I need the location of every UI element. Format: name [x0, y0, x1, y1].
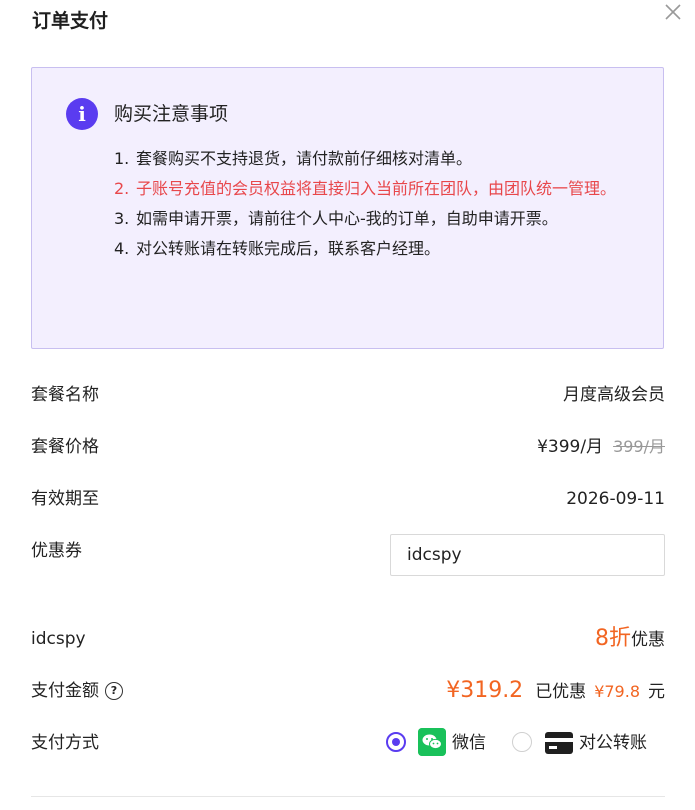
pay-amount-label: 支付金额: [31, 681, 99, 701]
dialog-title: 订单支付: [32, 10, 109, 32]
pay-amount-value-group: ¥319.2 已优惠 ¥79.8 元: [446, 676, 665, 707]
package-price-value: ¥399/月: [537, 437, 604, 457]
notice-item-number: 3.: [114, 209, 130, 228]
package-price-row: 套餐价格 ¥399/月 399/月: [31, 432, 665, 462]
notice-item-text: 子账号充值的会员权益将直接归入当前所在团队，由团队统一管理。: [136, 179, 617, 198]
notice-item-text: 套餐购买不支持退货，请付款前仔细核对清单。: [136, 149, 473, 168]
package-price-label: 套餐价格: [31, 437, 99, 457]
notice-item-text: 对公转账请在转账完成后，联系客户经理。: [136, 239, 441, 258]
notice-item: 1. 套餐购买不支持退货，请付款前仔细核对清单。: [114, 144, 634, 174]
info-icon: i: [66, 98, 98, 130]
package-price-value-group: ¥399/月 399/月: [537, 432, 665, 462]
close-icon[interactable]: [663, 2, 683, 22]
discount-code: idcspy: [31, 629, 86, 649]
notice-item-text: 如需申请开票，请前往个人中心-我的订单，自助申请开票。: [136, 209, 558, 228]
bank-card-icon: [545, 732, 573, 754]
wechat-radio[interactable]: [386, 732, 406, 752]
coupon-row: 优惠券: [31, 534, 665, 576]
package-name-label: 套餐名称: [31, 385, 99, 405]
notice-list: 1. 套餐购买不支持退货，请付款前仔细核对清单。 2. 子账号充值的会员权益将直…: [114, 144, 634, 264]
bank-transfer-radio[interactable]: [512, 732, 532, 752]
valid-until-value: 2026-09-11: [566, 489, 665, 509]
wechat-icon: [418, 728, 446, 756]
pay-amount-label-group: 支付金额?: [31, 676, 123, 706]
purchase-notice-box: i 购买注意事项 1. 套餐购买不支持退货，请付款前仔细核对清单。 2. 子账号…: [31, 67, 664, 349]
valid-until-label: 有效期至: [31, 489, 99, 509]
notice-item-number: 2.: [114, 179, 130, 198]
bank-transfer-label[interactable]: 对公转账: [579, 728, 647, 758]
saved-amount: ¥79.8: [594, 682, 640, 701]
saved-label: 已优惠: [535, 682, 587, 702]
original-price: 399/月: [613, 437, 665, 456]
notice-item-number: 4.: [114, 239, 130, 258]
notice-title: 购买注意事项: [114, 103, 229, 125]
pay-method-label: 支付方式: [31, 733, 99, 753]
help-icon[interactable]: ?: [105, 682, 123, 700]
discount-suffix: 优惠: [631, 630, 665, 650]
pay-amount: ¥319.2: [446, 678, 524, 703]
pay-amount-row: 支付金额? ¥319.2 已优惠 ¥79.8 元: [31, 676, 665, 706]
valid-until-row: 有效期至 2026-09-11: [31, 484, 665, 514]
notice-item: 2. 子账号充值的会员权益将直接归入当前所在团队，由团队统一管理。: [114, 174, 634, 204]
coupon-input[interactable]: [390, 534, 665, 576]
discount-value-group: 8折优惠: [595, 624, 665, 655]
wechat-label[interactable]: 微信: [452, 728, 486, 758]
discount-rate: 8折: [595, 626, 631, 651]
notice-item: 4. 对公转账请在转账完成后，联系客户经理。: [114, 234, 634, 264]
discount-row: idcspy 8折优惠: [31, 624, 665, 654]
package-name-row: 套餐名称 月度高级会员: [31, 380, 665, 410]
package-name-value: 月度高级会员: [563, 385, 665, 405]
notice-item-number: 1.: [114, 149, 130, 168]
divider: [31, 796, 665, 797]
coupon-label: 优惠券: [31, 541, 82, 561]
currency-unit: 元: [648, 682, 665, 702]
notice-item: 3. 如需申请开票，请前往个人中心-我的订单，自助申请开票。: [114, 204, 634, 234]
